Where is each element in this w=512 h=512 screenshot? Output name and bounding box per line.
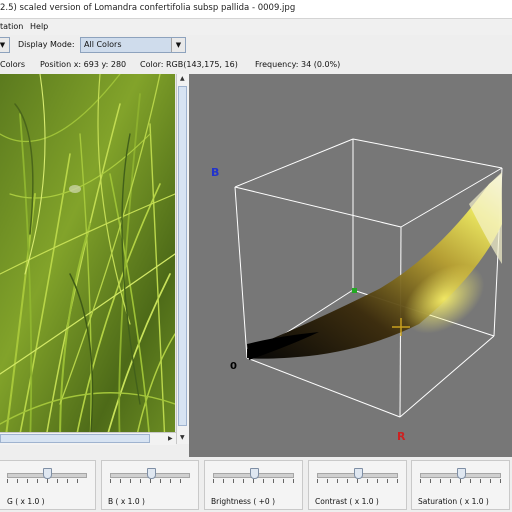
status-frequency: Frequency: 34 (0.0%) [255,60,341,69]
slider-g[interactable]: G ( x 1.0 ) [0,460,96,510]
status-color: Color: RGB(143,175, 16) [140,60,238,69]
slider-strip: G ( x 1.0 ) B ( x 1.0 ) Brightness ( +0 … [0,457,512,512]
status-mode: Colors [0,60,26,69]
display-mode-label: Display Mode: [18,40,75,49]
slider-b[interactable]: B ( x 1.0 ) [101,460,199,510]
display-mode-value: All Colors [84,40,122,49]
slider-label: G ( x 1.0 ) [7,497,45,506]
origin-label: 0 [230,361,237,372]
menu-item-visualization[interactable]: tation [0,22,23,31]
slider-contrast[interactable]: Contrast ( x 1.0 ) [308,460,407,510]
image-vertical-scrollbar[interactable]: ▲ ▼ [176,74,189,444]
display-mode-select[interactable]: All Colors ▼ [80,37,186,53]
slider-ticks [420,479,501,483]
status-bar: Colors Position x: 693 y: 280 Color: RGB… [0,57,512,73]
color-cube-view[interactable]: B R 0 [189,74,512,457]
slider-thumb[interactable] [354,468,363,479]
scroll-up-icon[interactable]: ▲ [180,75,185,82]
slider-thumb[interactable] [457,468,466,479]
toolbar: ▼ Display Mode: All Colors ▼ [0,35,512,58]
axis-label-r: R [397,430,406,443]
slider-saturation[interactable]: Saturation ( x 1.0 ) [411,460,510,510]
slider-brightness[interactable]: Brightness ( +0 ) [204,460,303,510]
slider-ticks [213,479,294,483]
status-position: Position x: 693 y: 280 [40,60,127,69]
window-title: 2.5) scaled version of Lomandra conferti… [0,3,296,13]
slider-ticks [110,479,190,483]
slider-ticks [317,479,398,483]
slider-thumb[interactable] [147,468,156,479]
slider-label: B ( x 1.0 ) [108,497,145,506]
view-select[interactable]: ▼ [0,37,10,53]
chevron-down-icon: ▼ [0,38,9,52]
chevron-down-icon: ▼ [171,38,185,52]
image-horizontal-scrollbar[interactable]: ▶ [0,432,176,445]
grass-image[interactable] [0,74,175,444]
title-bar: 2.5) scaled version of Lomandra conferti… [0,0,512,19]
scroll-down-icon[interactable]: ▼ [180,434,185,441]
slider-label: Saturation ( x 1.0 ) [418,497,489,506]
slider-ticks [7,479,87,483]
slider-label: Contrast ( x 1.0 ) [315,497,379,506]
slider-label: Brightness ( +0 ) [211,497,276,506]
green-marker [352,288,357,293]
axis-label-b: B [211,166,219,179]
color-point-cloud [247,172,502,360]
scroll-right-icon[interactable]: ▶ [168,435,173,442]
slider-thumb[interactable] [43,468,52,479]
menu-bar: tation Help [0,19,512,35]
vertical-scroll-thumb[interactable] [178,86,187,426]
horizontal-scroll-thumb[interactable] [0,434,150,443]
menu-item-help[interactable]: Help [30,22,48,31]
slider-thumb[interactable] [250,468,259,479]
